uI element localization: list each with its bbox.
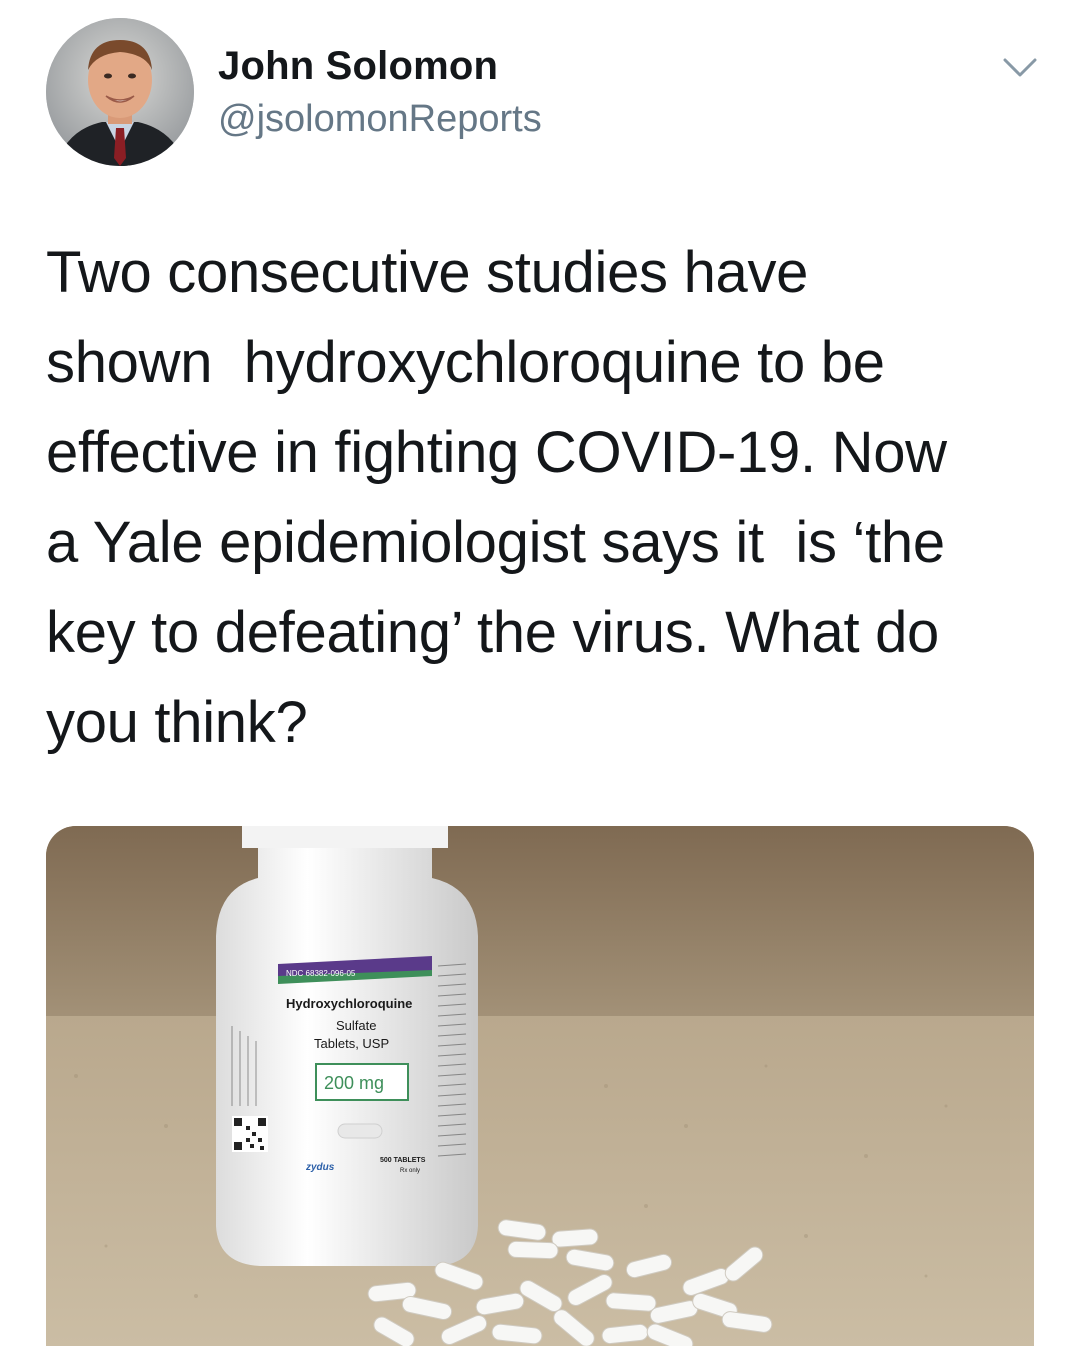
label-drug-sulfate: Sulfate <box>336 1018 376 1033</box>
tweet-text: Two consecutive studies have shown hydro… <box>46 240 947 755</box>
avatar[interactable] <box>46 18 194 166</box>
tweet-media-image[interactable]: NDC 68382-096-05 Hydroxychloroquine Sulf… <box>46 826 1034 1346</box>
label-drug-form: Tablets, USP <box>314 1036 389 1051</box>
label-strength: 200 mg <box>324 1073 384 1093</box>
label-count: 500 TABLETS <box>380 1157 426 1164</box>
label-rx: Rx only <box>400 1168 420 1174</box>
pill-bottle: NDC 68382-096-05 Hydroxychloroquine Sulf… <box>216 826 478 1266</box>
author-name[interactable]: John Solomon <box>218 44 498 89</box>
qr-code <box>232 1116 268 1152</box>
author-handle[interactable]: @jsolomonReports <box>218 98 542 141</box>
chevron-down-icon[interactable] <box>1002 56 1038 80</box>
label-drug-name: Hydroxychloroquine <box>286 996 412 1011</box>
label-ndc: NDC 68382-096-05 <box>286 969 356 978</box>
label-brand: zydus <box>305 1162 335 1173</box>
